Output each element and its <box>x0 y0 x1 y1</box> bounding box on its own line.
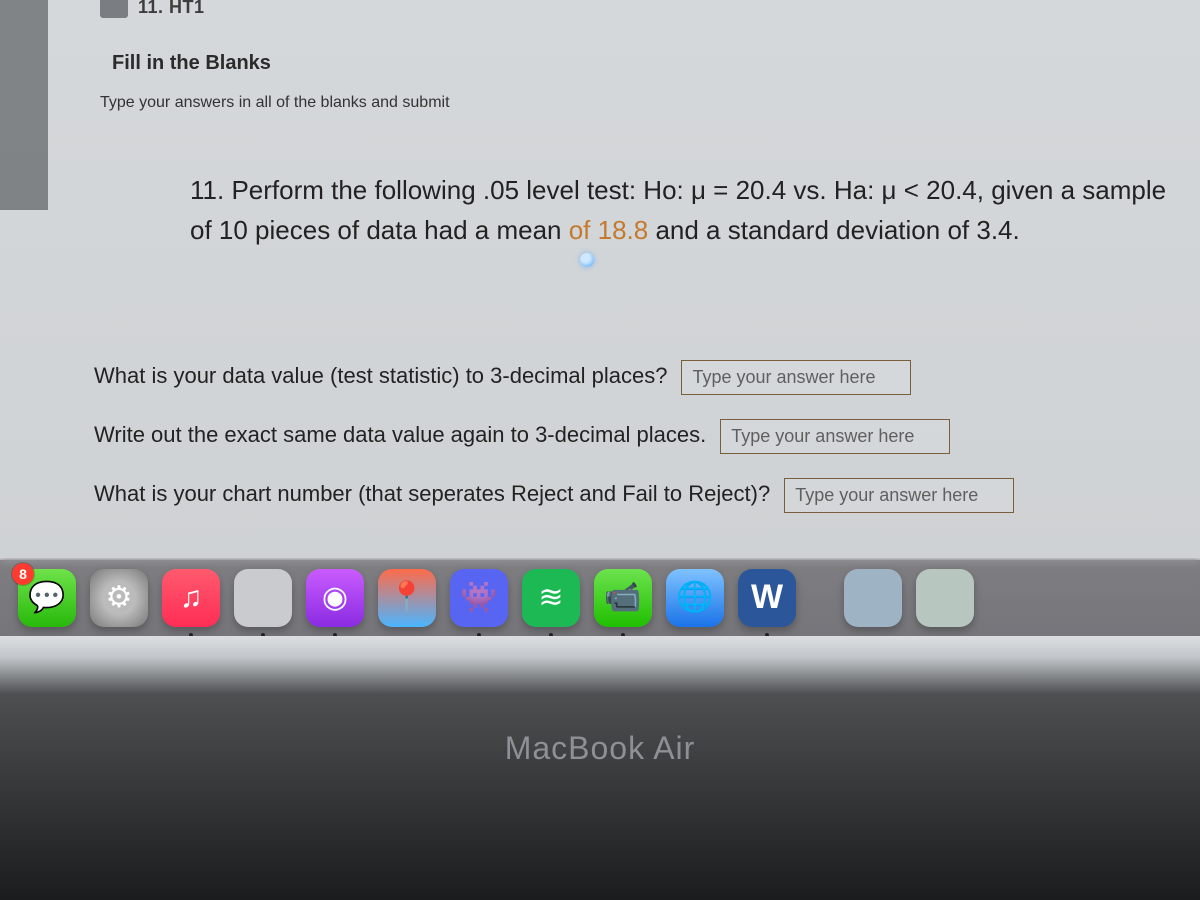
dock-music-icon[interactable]: ♫ <box>162 569 220 627</box>
dock-maps-icon[interactable]: 📍 <box>378 569 436 627</box>
music-note-icon: ♫ <box>180 581 203 615</box>
question-row-2: Write out the exact same data value agai… <box>94 419 1170 454</box>
badge-count: 8 <box>12 563 34 585</box>
pin-icon: 📍 <box>388 580 425 615</box>
problem-statement: 11. Perform the following .05 level test… <box>190 170 1170 251</box>
dock-word-icon[interactable]: W <box>738 569 796 627</box>
laptop-model-label: MacBook Air <box>0 730 1200 767</box>
problem-highlight: of 18.8 <box>569 215 649 245</box>
dock-discord-icon[interactable]: 👾 <box>450 569 508 627</box>
laptop-bezel <box>0 636 1200 900</box>
answer-input-2[interactable] <box>720 419 950 454</box>
dock-browser-icon[interactable]: 🌐 <box>666 569 724 627</box>
macos-dock: 💬 8 ⚙ ♫ ◉ 📍 👾 ≋ 📹 🌐 W <box>0 558 1200 636</box>
questions-block: What is your data value (test statistic)… <box>94 360 1170 513</box>
question-2-text: Write out the exact same data value agai… <box>94 422 706 448</box>
dock-messages-icon[interactable]: 💬 8 <box>18 569 76 627</box>
word-letter: W <box>751 578 783 617</box>
dock-settings-icon[interactable]: ⚙ <box>90 569 148 627</box>
question-id: 11. HT1 <box>138 0 205 18</box>
speech-bubble-icon: 💬 <box>28 580 65 615</box>
instructions-text: Type your answers in all of the blanks a… <box>100 94 450 112</box>
answer-input-1[interactable] <box>681 360 911 395</box>
question-title-bar: 11. HT1 <box>100 0 205 18</box>
dock-podcast-icon[interactable]: ◉ <box>306 569 364 627</box>
question-row-1: What is your data value (test statistic)… <box>94 360 1170 395</box>
question-icon <box>100 0 128 18</box>
problem-suffix: and a standard deviation of 3.4. <box>648 215 1020 245</box>
spotify-waves-icon: ≋ <box>538 580 563 615</box>
question-1-text: What is your data value (test statistic)… <box>94 363 667 389</box>
section-heading: Fill in the Blanks <box>112 52 271 75</box>
question-row-3: What is your chart number (that seperate… <box>94 478 1170 513</box>
podcast-icon: ◉ <box>322 580 348 615</box>
discord-face-icon: 👾 <box>460 580 497 615</box>
question-3-text: What is your chart number (that seperate… <box>94 481 770 507</box>
globe-icon: 🌐 <box>676 580 713 615</box>
dock-misc-icon-2[interactable] <box>916 569 974 627</box>
dock-misc-icon-1[interactable] <box>844 569 902 627</box>
camera-icon: 📹 <box>604 580 641 615</box>
dock-spotify-icon[interactable]: ≋ <box>522 569 580 627</box>
dock-app-icon[interactable] <box>234 569 292 627</box>
sidebar-stub <box>0 0 48 210</box>
cursor-icon <box>580 253 594 267</box>
quiz-screen: 11. HT1 Fill in the Blanks Type your ans… <box>0 0 1200 560</box>
answer-input-3[interactable] <box>784 478 1014 513</box>
dock-facetime-icon[interactable]: 📹 <box>594 569 652 627</box>
gear-icon: ⚙ <box>106 580 133 615</box>
